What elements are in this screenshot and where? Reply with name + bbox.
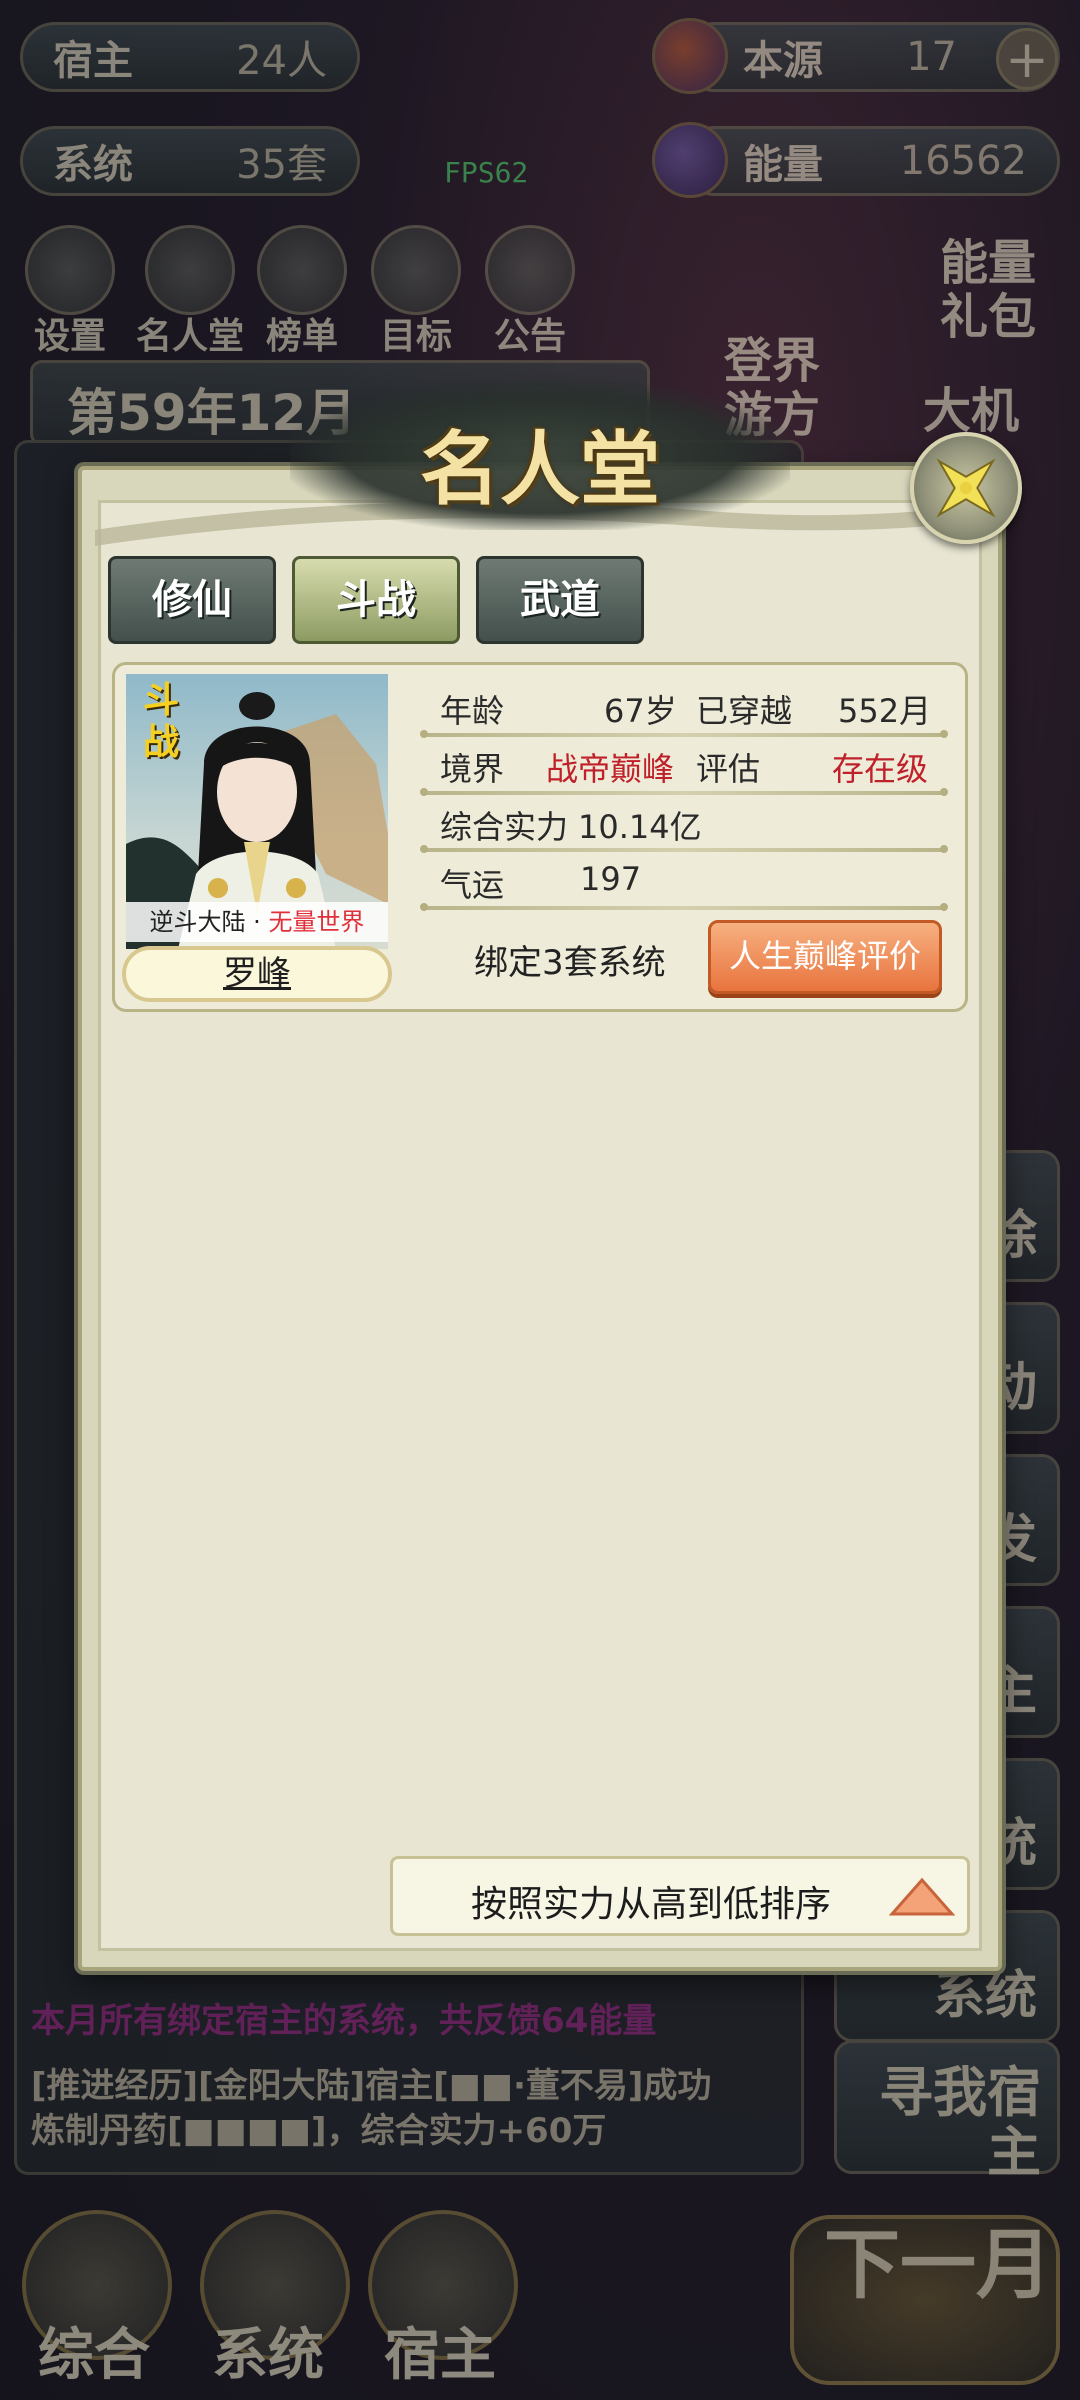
world-caption: 逆斗大陆 · 无量世界 (126, 902, 388, 942)
settings-label: 设置 (33, 316, 106, 357)
ranking-label: 榜单 (265, 316, 338, 357)
system-label: 系统 (53, 142, 133, 188)
world-rank: 无量世界 (268, 908, 365, 936)
assessment-value: 存在级 (832, 750, 929, 788)
close-button[interactable] (910, 432, 1022, 544)
source-value: 17 (906, 34, 957, 80)
traveled-value: 552月 (838, 692, 932, 730)
sort-label: 按照实力从高到低排序 (471, 1884, 832, 1925)
goals-icon (371, 225, 461, 315)
announcement-icon (485, 225, 575, 315)
goals-label: 目标 (379, 316, 452, 357)
close-star-icon (936, 458, 996, 518)
life-peak-evaluation-button[interactable]: 人生巅峰评价 (708, 920, 942, 994)
traveled-label: 已穿越 (696, 692, 793, 730)
system-count-pill[interactable]: 系统 35套 (20, 126, 360, 196)
host-nav-label[interactable]: 宿主 (384, 2310, 496, 2391)
bound-systems-text: 绑定3套系统 (474, 943, 666, 983)
stat-row-realm: 境界 战帝巅峰 评估 存在级 (424, 734, 944, 792)
sort-toggle[interactable]: 按照实力从高到低排序 (390, 1856, 970, 1936)
energy-orb-icon (652, 122, 728, 198)
find-host-button[interactable]: 寻我宿主 (834, 2040, 1060, 2183)
gear-icon (25, 225, 115, 315)
host-name[interactable]: 罗峰 (122, 946, 392, 1002)
tab-martial[interactable]: 武道 (476, 556, 644, 644)
assessment-label: 评估 (696, 750, 761, 788)
source-orb-icon (652, 18, 728, 94)
system-nav-label[interactable]: 系统 (212, 2310, 324, 2391)
goals-menu-item[interactable]: 目标 (366, 225, 466, 359)
sort-up-triangle-icon (889, 1877, 955, 1916)
stat-row-power: 综合实力 10.14亿 (424, 792, 944, 850)
system-value: 35套 (236, 142, 327, 188)
announcement-label: 公告 (493, 316, 566, 357)
power-value: 10.14亿 (578, 808, 702, 846)
next-month-button[interactable]: 下一月 (790, 2215, 1060, 2385)
host-label: 宿主 (53, 38, 133, 84)
age-value: 67岁 (604, 692, 677, 730)
tab-cultivation[interactable]: 修仙 (108, 556, 276, 644)
energy-pack-button[interactable]: 能量礼包 (928, 236, 1048, 344)
stat-row-age: 年龄 67岁 已穿越 552月 (424, 676, 944, 734)
host-value: 24人 (236, 38, 327, 84)
hall-of-fame-label: 名人堂 (135, 316, 244, 357)
fps-counter: FPS62 (444, 156, 529, 189)
category-tag: 斗战 (142, 680, 179, 763)
announcement-menu-item[interactable]: 公告 (480, 225, 580, 359)
log-line: 本月所有绑定宿主的系统，共反馈64能量 (31, 2001, 657, 2041)
tab-battle[interactable]: 斗战 (292, 556, 460, 644)
stat-row-luck: 气运 197 (424, 850, 944, 908)
add-source-button[interactable]: + (996, 28, 1058, 90)
realm-value: 战帝巅峰 (546, 750, 675, 788)
luck-value: 197 (580, 860, 642, 898)
realm-label: 境界 (440, 750, 505, 788)
divider (420, 903, 948, 911)
hall-of-fame-icon (145, 225, 235, 315)
luck-label: 气运 (440, 866, 505, 904)
overview-label[interactable]: 综合 (38, 2310, 150, 2391)
energy-value: 16562 (899, 138, 1027, 184)
ranking-menu-item[interactable]: 榜单 (252, 225, 352, 359)
world-name: 逆斗大陆 · (149, 908, 269, 936)
host-count-pill[interactable]: 宿主 24人 (20, 22, 360, 92)
source-label: 本源 (743, 38, 823, 84)
age-label: 年龄 (440, 692, 505, 730)
power-label: 综合实力 (440, 808, 569, 846)
energy-label: 能量 (743, 142, 823, 188)
settings-menu-item[interactable]: 设置 (20, 225, 120, 359)
log-line: [推进经历][金阳大陆]宿主[■■·董不易]成功 (31, 2066, 712, 2106)
hall-of-fame-menu-item[interactable]: 名人堂 (130, 225, 250, 359)
log-line: 炼制丹药[■■■■]，综合实力+60万 (31, 2111, 607, 2151)
ranking-icon (257, 225, 347, 315)
energy-pill[interactable]: 能量 16562 (680, 126, 1060, 196)
